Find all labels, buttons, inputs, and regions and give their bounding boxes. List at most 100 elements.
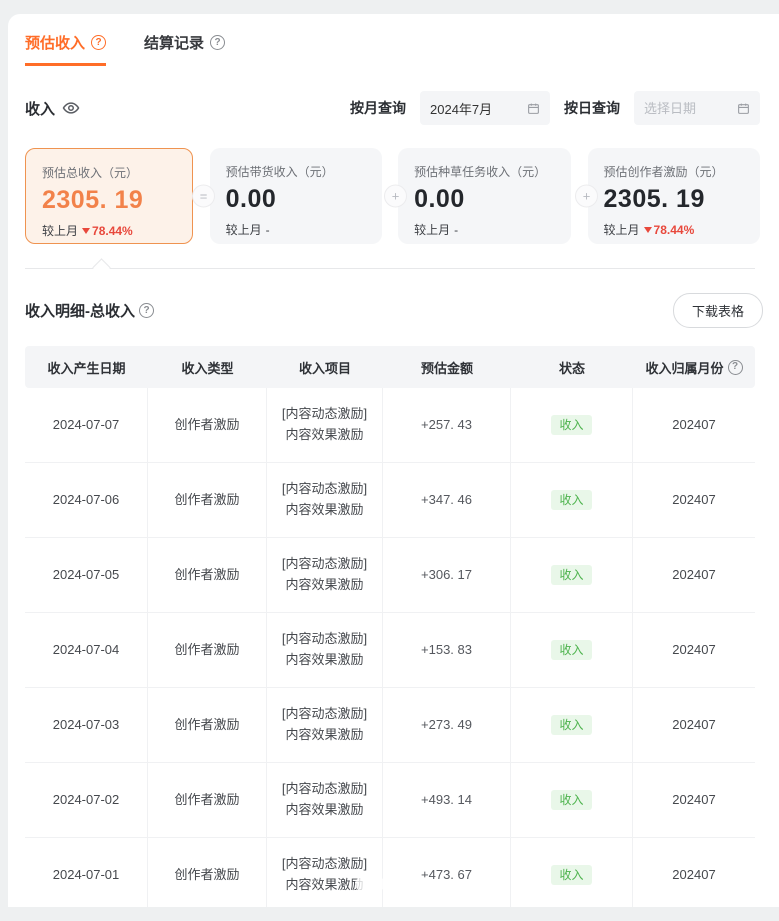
cell-date: 2024-07-01 <box>25 838 148 907</box>
down-arrow-icon <box>644 227 652 233</box>
status-badge: 收入 <box>551 565 591 585</box>
cell-status: 收入 <box>511 538 633 612</box>
status-badge: 收入 <box>551 715 591 735</box>
eye-icon[interactable] <box>62 99 80 117</box>
card-compare: 较上月 - <box>226 221 366 238</box>
summary-cards: 预估总收入（元） 2305. 19 较上月 78.44% 预估带货收入（元） 0… <box>25 148 760 244</box>
cell-date: 2024-07-05 <box>25 538 148 612</box>
compare-label: 较上月 <box>42 222 78 239</box>
cell-status: 收入 <box>511 838 633 907</box>
income-filter-row: 收入 按月查询 按日查询 <box>25 90 760 126</box>
card-goods-income[interactable]: 预估带货收入（元） 0.00 较上月 - <box>210 148 382 244</box>
help-icon[interactable]: ? <box>139 303 154 318</box>
cell-status: 收入 <box>511 688 633 762</box>
table-row[interactable]: 2024-07-05 创作者激励 [内容动态激励] 内容效果激励 +306. 1… <box>25 538 755 613</box>
cell-type: 创作者激励 <box>148 538 267 612</box>
calendar-icon <box>527 102 540 115</box>
cell-project: [内容动态激励] 内容效果激励 <box>267 613 383 687</box>
cell-date: 2024-07-04 <box>25 613 148 687</box>
help-icon[interactable]: ? <box>91 35 106 50</box>
header-project: 收入项目 <box>267 358 383 377</box>
help-icon[interactable]: ? <box>210 35 225 50</box>
cell-date: 2024-07-06 <box>25 463 148 537</box>
status-badge: 收入 <box>551 415 591 435</box>
tab-label: 结算记录 <box>144 32 204 53</box>
down-arrow-icon <box>82 228 90 234</box>
plus-operator-icon: + <box>384 185 407 208</box>
header-date: 收入产生日期 <box>25 358 148 377</box>
calendar-icon <box>737 102 750 115</box>
compare-label: 较上月 <box>414 221 450 238</box>
month-picker[interactable] <box>420 91 550 125</box>
month-picker-input[interactable] <box>430 101 518 116</box>
help-icon[interactable]: ? <box>728 360 743 375</box>
detail-title: 收入明细-总收入 ? <box>25 300 154 321</box>
table-row[interactable]: 2024-07-04 创作者激励 [内容动态激励] 内容效果激励 +153. 8… <box>25 613 755 688</box>
table-row[interactable]: 2024-07-06 创作者激励 [内容动态激励] 内容效果激励 +347. 4… <box>25 463 755 538</box>
status-badge: 收入 <box>551 790 591 810</box>
table-row[interactable]: 2024-07-02 创作者激励 [内容动态激励] 内容效果激励 +493. 1… <box>25 763 755 838</box>
tab-settlement-records[interactable]: 结算记录 ? <box>144 32 225 63</box>
cell-month: 202407 <box>633 463 755 537</box>
equals-operator-icon: = <box>192 185 215 208</box>
cell-project: [内容动态激励] 内容效果激励 <box>267 538 383 612</box>
table-row[interactable]: 2024-07-07 创作者激励 [内容动态激励] 内容效果激励 +257. 4… <box>25 388 755 463</box>
income-section-title: 收入 <box>25 98 80 119</box>
earnings-panel: 预估收入 ? 结算记录 ? 收入 按月查询 <box>8 14 779 907</box>
cell-month: 202407 <box>633 538 755 612</box>
cell-status: 收入 <box>511 613 633 687</box>
day-picker[interactable] <box>634 91 760 125</box>
cell-amount: +273. 49 <box>383 688 511 762</box>
card-seeding-task-income[interactable]: 预估种草任务收入（元） 0.00 较上月 - <box>398 148 570 244</box>
cell-project: [内容动态激励] 内容效果激励 <box>267 688 383 762</box>
card-label: 预估种草任务收入（元） <box>414 163 554 180</box>
tab-bar: 预估收入 ? 结算记录 ? <box>25 32 760 66</box>
table-row[interactable]: 2024-07-03 创作者激励 [内容动态激励] 内容效果激励 +273. 4… <box>25 688 755 763</box>
cell-type: 创作者激励 <box>148 688 267 762</box>
day-query-label: 按日查询 <box>564 98 620 118</box>
cell-type: 创作者激励 <box>148 838 267 907</box>
card-compare: 较上月 - <box>414 221 554 238</box>
table-row[interactable]: 2024-07-01 创作者激励 [内容动态激励] 内容效果激励 +473. 6… <box>25 838 755 907</box>
section-divider <box>25 268 755 269</box>
cell-status: 收入 <box>511 463 633 537</box>
header-status: 状态 <box>511 358 633 377</box>
card-creator-incentive[interactable]: 预估创作者激励（元） 2305. 19 较上月 78.44% <box>588 148 760 244</box>
card-compare: 较上月 78.44% <box>604 221 744 238</box>
cell-status: 收入 <box>511 388 633 462</box>
cell-type: 创作者激励 <box>148 463 267 537</box>
cell-status: 收入 <box>511 763 633 837</box>
card-total-income[interactable]: 预估总收入（元） 2305. 19 较上月 78.44% <box>25 148 193 244</box>
cell-amount: +473. 67 <box>383 838 511 907</box>
cell-month: 202407 <box>633 688 755 762</box>
card-value: 2305. 19 <box>42 186 176 215</box>
change-value: 78.44% <box>82 224 133 238</box>
change-value: 78.44% <box>644 223 695 237</box>
date-filters: 按月查询 按日查询 <box>350 91 760 125</box>
card-label: 预估创作者激励（元） <box>604 163 744 180</box>
download-table-button[interactable]: 下载表格 <box>673 293 763 328</box>
detail-header: 收入明细-总收入 ? 下载表格 <box>25 293 763 328</box>
change-value: - <box>454 223 458 237</box>
cell-amount: +306. 17 <box>383 538 511 612</box>
status-badge: 收入 <box>551 490 591 510</box>
header-amount: 预估金额 <box>383 358 511 377</box>
header-type: 收入类型 <box>148 358 267 377</box>
card-label: 预估带货收入（元） <box>226 163 366 180</box>
cell-date: 2024-07-03 <box>25 688 148 762</box>
cell-project: [内容动态激励] 内容效果激励 <box>267 388 383 462</box>
cell-month: 202407 <box>633 763 755 837</box>
change-value: - <box>266 223 270 237</box>
income-detail-table: 收入产生日期 收入类型 收入项目 预估金额 状态 收入归属月份 ? 2024-0… <box>25 346 755 907</box>
tab-estimated-income[interactable]: 预估收入 ? <box>25 32 106 66</box>
cell-type: 创作者激励 <box>148 763 267 837</box>
status-badge: 收入 <box>551 640 591 660</box>
month-query-label: 按月查询 <box>350 98 406 118</box>
cell-month: 202407 <box>633 388 755 462</box>
header-month: 收入归属月份 ? <box>633 358 755 377</box>
day-picker-input[interactable] <box>644 101 732 116</box>
table-body: 2024-07-07 创作者激励 [内容动态激励] 内容效果激励 +257. 4… <box>25 388 755 907</box>
cell-month: 202407 <box>633 613 755 687</box>
card-value: 0.00 <box>226 185 366 214</box>
cell-type: 创作者激励 <box>148 613 267 687</box>
